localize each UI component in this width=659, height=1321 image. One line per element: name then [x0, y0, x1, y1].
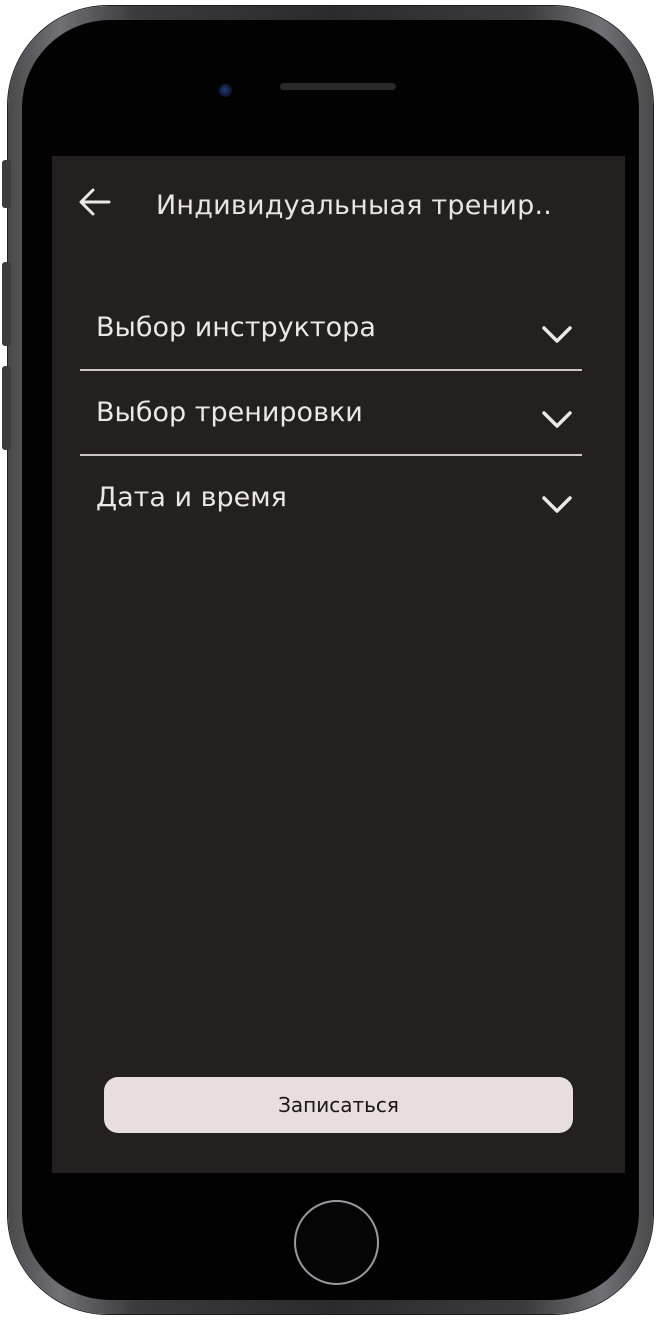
chevron-down-icon [542, 411, 572, 428]
dropdown-instructor-label: Выбор инструктора [96, 312, 376, 343]
dropdown-datetime-label: Дата и время [96, 482, 287, 513]
dropdown-instructor[interactable]: Выбор инструктора [80, 312, 582, 396]
dropdown-datetime[interactable]: Дата и время [80, 482, 582, 566]
front-camera [219, 84, 232, 97]
chevron-down-icon [542, 496, 572, 513]
dropdown-workout-label: Выбор тренировки [96, 397, 363, 428]
volume-down-button [2, 366, 11, 450]
dropdown-workout[interactable]: Выбор тренировки [80, 397, 582, 481]
divider [80, 454, 582, 456]
chevron-down-icon [542, 326, 572, 343]
mute-switch [2, 160, 11, 208]
signup-button[interactable]: Записаться [104, 1077, 573, 1133]
divider [80, 369, 582, 371]
arrow-left-icon[interactable] [78, 186, 112, 218]
app-screen: Индивидуальныая тренир.. Выбор инструкто… [52, 156, 625, 1173]
page-title: Индивидуальныая тренир.. [156, 190, 553, 221]
home-button[interactable] [294, 1200, 379, 1285]
volume-up-button [2, 262, 11, 346]
earpiece-speaker [280, 83, 396, 90]
